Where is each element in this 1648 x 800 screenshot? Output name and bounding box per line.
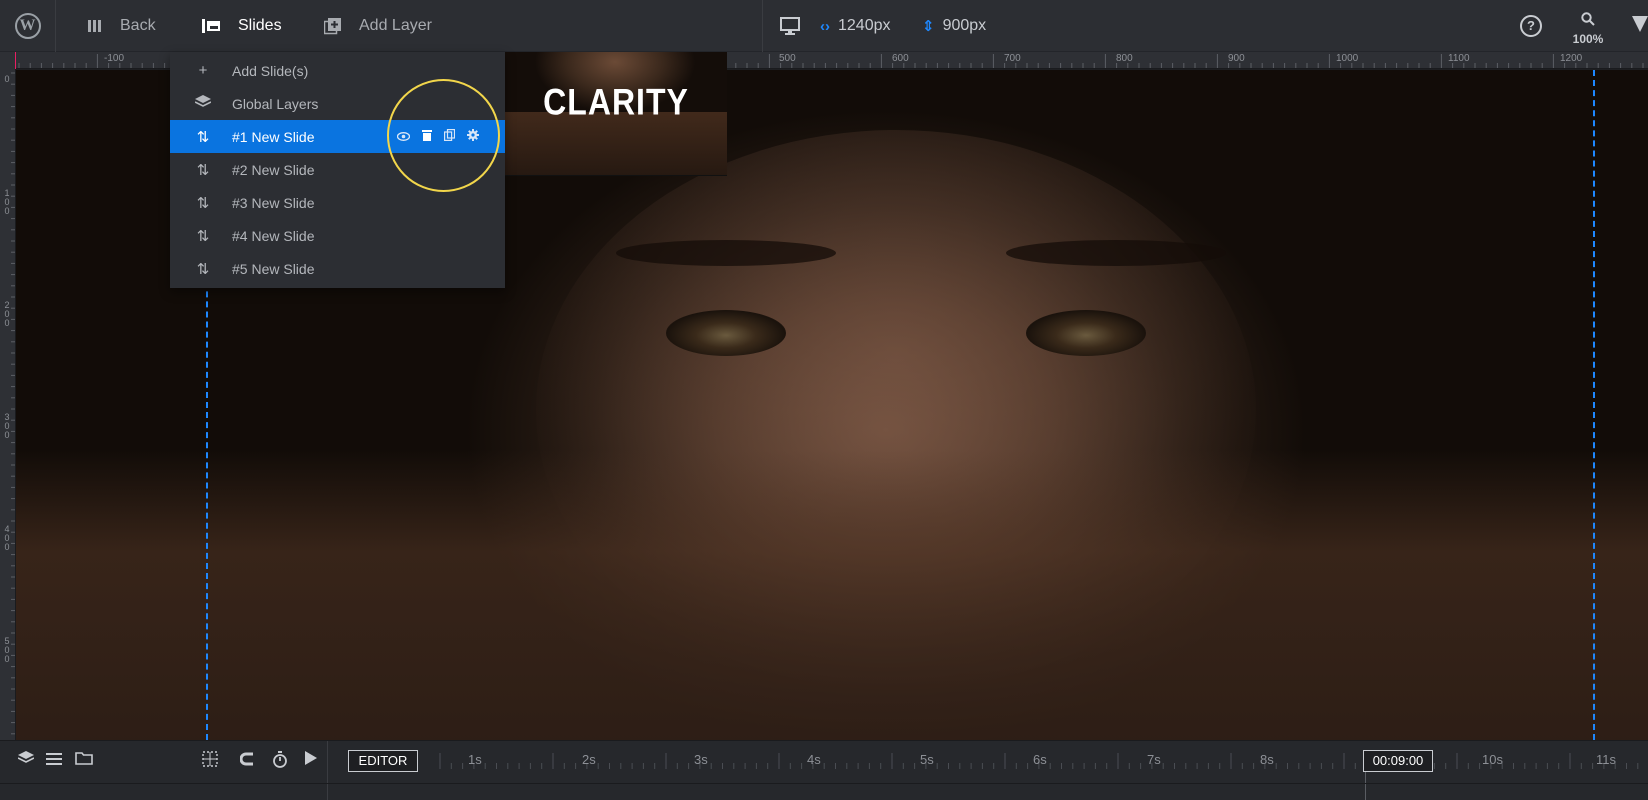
layers-icon: [192, 94, 214, 113]
top-toolbar: W Back Slides Add Layer ‹› 1240px ⇕ 900p…: [0, 0, 1648, 52]
height-field[interactable]: ⇕ 900px: [922, 0, 986, 52]
background-image-detail: [1026, 310, 1146, 356]
height-value: 900px: [942, 17, 987, 34]
ruler-label: 100: [4, 188, 10, 216]
timeline-divider: [0, 783, 1648, 784]
ruler-label: 1200: [1560, 53, 1583, 64]
height-arrows-icon: ⇕: [922, 18, 935, 35]
background-image-detail: [16, 450, 1648, 740]
current-time-display[interactable]: 00:09:00: [1363, 750, 1433, 772]
background-image-detail: [666, 310, 786, 356]
slide-item-5[interactable]: ⇅ #5 New Slide: [170, 252, 505, 285]
ruler-label: 0: [4, 74, 10, 84]
toolbar-divider: [762, 0, 763, 52]
ruler-label: 500: [779, 53, 796, 64]
time-label: 7s: [1147, 752, 1161, 767]
width-value: 1240px: [838, 17, 891, 34]
time-label: 3s: [694, 752, 708, 767]
time-label: 4s: [807, 752, 821, 767]
slide-item-4[interactable]: ⇅ #4 New Slide: [170, 219, 505, 252]
sort-icon: ⇅: [196, 227, 210, 245]
ruler-label: 800: [1116, 53, 1133, 64]
time-label: 2s: [582, 752, 596, 767]
zoom-button[interactable]: 100%: [1570, 12, 1606, 46]
ruler-label: 400: [4, 524, 10, 552]
add-layer-icon: [324, 17, 341, 34]
zoom-value: 100%: [1572, 32, 1604, 46]
slide-thumbnail-preview: CLARITY: [505, 52, 727, 176]
sort-icon: ⇅: [196, 194, 210, 212]
sort-icon: ⇅: [196, 128, 210, 146]
ruler-label: 600: [892, 53, 909, 64]
time-label: 5s: [920, 752, 934, 767]
ruler-label: 200: [4, 300, 10, 328]
plus-icon: +: [198, 62, 208, 79]
vertical-ruler[interactable]: 0 100 200 300 400 500: [0, 69, 16, 740]
ruler-label: 900: [1228, 53, 1245, 64]
menu-item-label: #4 New Slide: [232, 227, 315, 244]
ruler-label: 1000: [1336, 53, 1359, 64]
desktop-icon: [780, 17, 800, 35]
help-icon[interactable]: ?: [1520, 15, 1542, 37]
time-label: 6s: [1033, 752, 1047, 767]
playhead[interactable]: [1365, 772, 1366, 800]
time-label: 1s: [468, 752, 482, 767]
slide-item-3[interactable]: ⇅ #3 New Slide: [170, 186, 505, 219]
background-image-detail: [616, 240, 836, 266]
preview-title: CLARITY: [543, 81, 689, 123]
background-image-detail: [1006, 240, 1226, 266]
timeline-bar: EDITOR 1s 2s 3s 4s 5s 6s 7s 8s 10s 11s 0…: [0, 740, 1648, 800]
menu-item-label: Add Slide(s): [232, 62, 309, 79]
width-arrows-icon: ‹›: [820, 17, 830, 35]
ruler-corner: [0, 52, 16, 69]
sort-icon: ⇅: [196, 260, 210, 278]
width-field[interactable]: ‹› 1240px: [820, 0, 891, 52]
menu-item-label: #1 New Slide: [232, 128, 315, 145]
device-desktop-button[interactable]: [780, 0, 800, 52]
slides-icon: [202, 19, 220, 33]
time-label: 8s: [1260, 752, 1274, 767]
time-label: 10s: [1482, 752, 1503, 767]
ruler-label: -100: [104, 53, 125, 64]
ruler-label: 300: [4, 412, 10, 440]
cursor-arrow-icon[interactable]: [1632, 16, 1648, 32]
menu-item-label: Global Layers: [232, 95, 319, 112]
back-button[interactable]: Back: [88, 0, 156, 52]
menu-item-label: #2 New Slide: [232, 161, 315, 178]
highlight-annotation-circle: [387, 79, 500, 192]
search-icon: [1581, 12, 1595, 26]
slides-label: Slides: [238, 17, 282, 34]
wordpress-icon: W: [14, 13, 41, 39]
slides-button[interactable]: Slides: [202, 0, 282, 52]
menu-item-label: #3 New Slide: [232, 194, 315, 211]
wordpress-button[interactable]: W: [0, 0, 56, 52]
back-icon: [88, 20, 101, 32]
ruler-label: 1100: [1448, 53, 1470, 64]
add-layer-label: Add Layer: [359, 17, 432, 34]
ruler-label: 700: [1004, 53, 1021, 64]
slider-editor: W Back Slides Add Layer ‹› 1240px ⇕ 900p…: [0, 0, 1648, 800]
grid-guide-right: [1593, 70, 1595, 740]
ruler-label: 500: [4, 636, 10, 664]
add-layer-button[interactable]: Add Layer: [324, 0, 432, 52]
menu-item-label: #5 New Slide: [232, 260, 315, 277]
sort-icon: ⇅: [196, 161, 210, 179]
back-label: Back: [120, 17, 156, 34]
time-label: 11s: [1596, 752, 1616, 767]
